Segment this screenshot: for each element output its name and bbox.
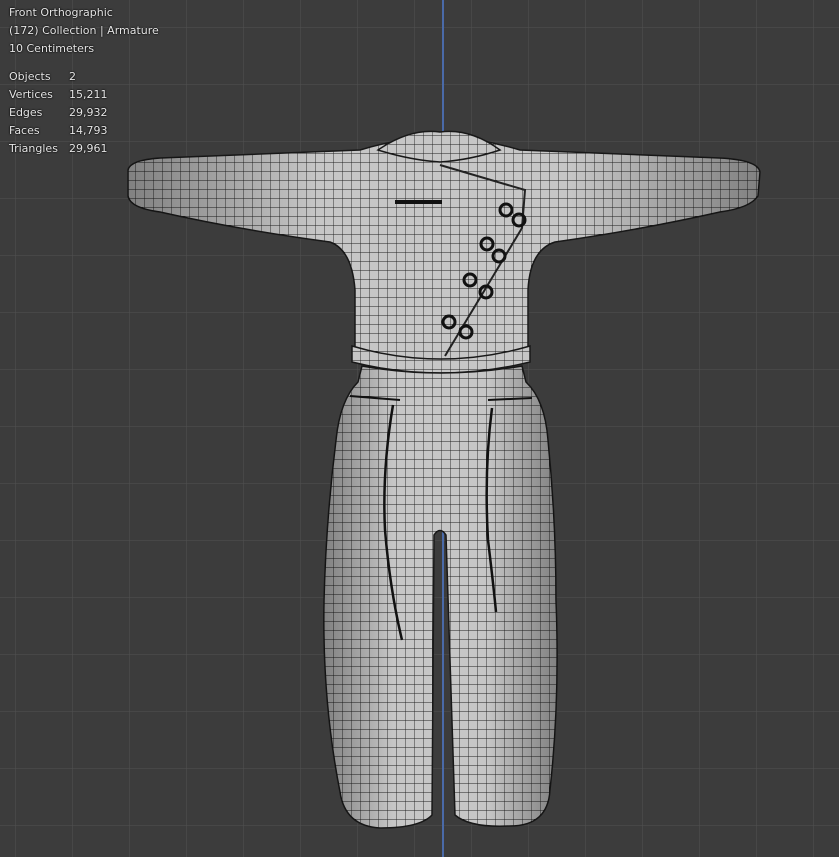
- stat-value: 15,211: [69, 88, 108, 101]
- view-name: Front Orthographic: [9, 6, 113, 19]
- scene-statistics: Objects 2 Vertices 15,211 Edges 29,932 F…: [9, 68, 159, 158]
- stat-value: 2: [69, 70, 76, 83]
- stat-row-vertices: Vertices 15,211: [9, 86, 159, 104]
- stat-row-triangles: Triangles 29,961: [9, 140, 159, 158]
- stat-row-faces: Faces 14,793: [9, 122, 159, 140]
- stat-value: 29,932: [69, 106, 108, 119]
- jacket-mesh: [127, 130, 761, 374]
- collection-label: (172) Collection | Armature: [9, 24, 159, 37]
- stat-label: Vertices: [9, 88, 53, 101]
- stat-label: Edges: [9, 106, 43, 119]
- pants-mesh: [323, 365, 558, 829]
- stat-value: 29,961: [69, 142, 108, 155]
- stat-value: 14,793: [69, 124, 108, 137]
- stat-label: Triangles: [9, 142, 58, 155]
- stat-row-objects: Objects 2: [9, 68, 159, 86]
- stat-row-edges: Edges 29,932: [9, 104, 159, 122]
- stat-label: Faces: [9, 124, 40, 137]
- viewport-overlay: Front Orthographic (172) Collection | Ar…: [9, 4, 159, 158]
- grid-scale: 10 Centimeters: [9, 42, 95, 55]
- stat-label: Objects: [9, 70, 51, 83]
